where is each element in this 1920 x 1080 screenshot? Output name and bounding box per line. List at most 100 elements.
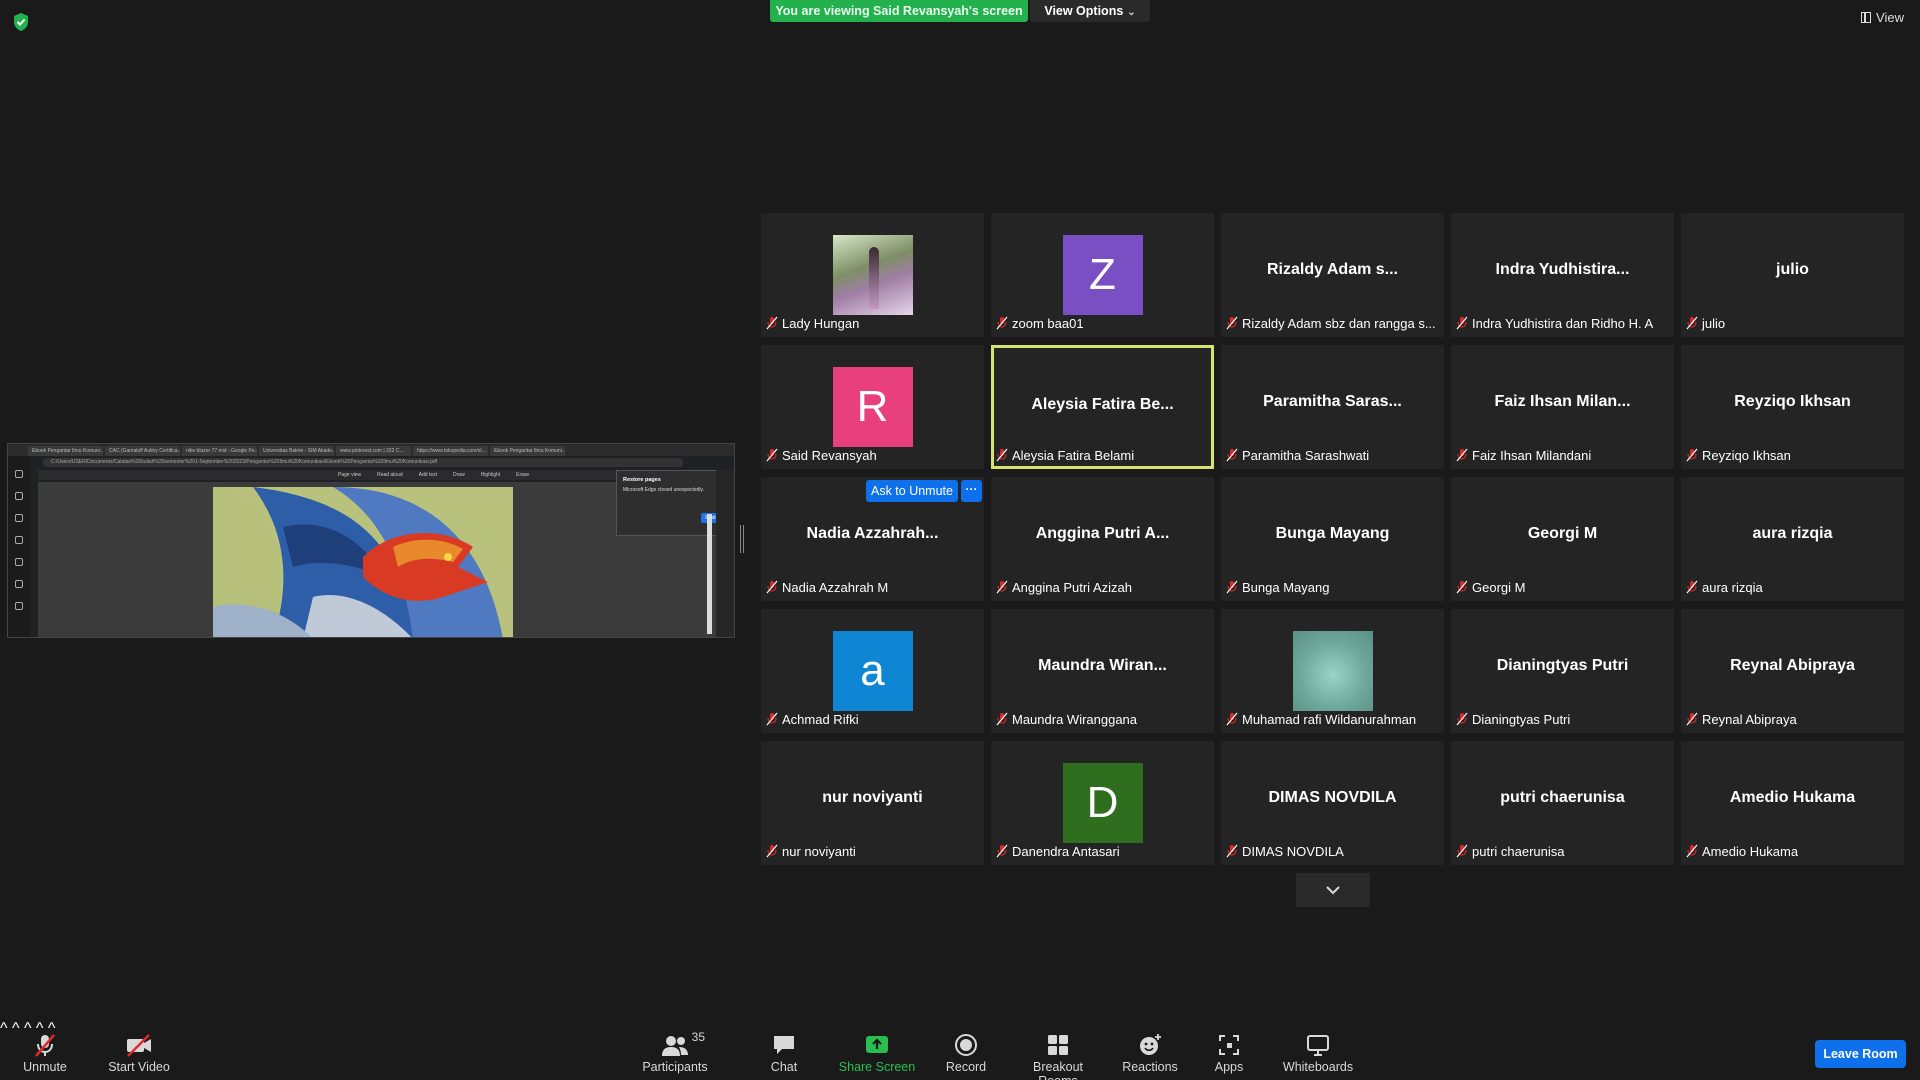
participant-tile[interactable]: DIMAS NOVDILA DIMAS NOVDILA [1221,741,1444,865]
participant-tile[interactable]: Rizaldy Adam s... Rizaldy Adam sbz dan ra… [1221,213,1444,337]
participants-button[interactable]: 35 Participants [637,1030,713,1074]
participant-name-label: Aleysia Fatira Belami [996,447,1134,463]
participant-name: Aleysia Fatira Belami [1012,447,1135,463]
browser-right-sidebar [716,470,734,637]
participant-tile[interactable]: Georgi M Georgi M [1451,477,1674,601]
participant-name: Lady Hungan [782,315,860,331]
reactions-icon [1140,1034,1161,1055]
participant-tile[interactable]: Muhamad rafi Wildanurahman [1221,609,1444,733]
participant-name: DIMAS NOVDILA [1242,843,1344,859]
pdf-page-image [213,487,513,637]
reactions-button[interactable]: Reactions [1122,1032,1178,1074]
shared-screen[interactable]: Ebook Pengantar Ilmu Komuni... CAC (Gama… [7,443,735,638]
pdf-toolbar-item: Add text [418,472,438,478]
avatar: R [832,367,913,447]
mic-off-icon [1686,844,1698,858]
mic-off-icon [1226,316,1238,330]
record-button[interactable]: Record [942,1032,990,1074]
reactions-label: Reactions [1122,1060,1178,1074]
participant-tile[interactable]: Zzoom baa01 [991,213,1214,337]
apps-button[interactable]: Apps [1210,1032,1248,1074]
view-icon [1861,12,1872,23]
participant-tile[interactable]: aura rizqia aura rizqia [1681,477,1904,601]
shield-icon[interactable] [12,12,30,32]
participant-name-label: Faiz Ihsan Milandani [1456,447,1591,463]
participant-name-label: zoom baa01 [996,315,1084,331]
split-resize-handle[interactable] [740,525,744,553]
participant-name-label: Bunga Mayang [1226,579,1329,595]
participant-tile[interactable]: Lady Hungan [761,213,984,337]
participant-tile[interactable]: a Achmad Rifki [761,609,984,733]
leave-room-button[interactable]: Leave Room [1815,1040,1906,1068]
more-options-button[interactable]: ··· [961,480,982,502]
gallery-next-page-button[interactable] [1296,873,1370,907]
participant-name: Reyziqo Ikhsan [1702,447,1791,463]
participant-display-name: Bunga Mayang [1275,525,1390,542]
participant-name-label: Lady Hungan [766,315,859,331]
pdf-toolbar-item: Erase [516,472,530,478]
participant-name: Georgi M [1472,579,1526,595]
share-screen-button[interactable]: Share Screen [838,1032,916,1074]
participant-name-label: Maundra Wiranggana [996,711,1137,727]
mic-off-icon [1686,448,1698,462]
mic-off-icon [1456,844,1468,858]
participant-tile[interactable]: R Said Revansyah [761,345,984,469]
participant-name-label: putri chaerunisa [1456,843,1565,859]
start-video-button[interactable]: Start Video [104,1032,174,1074]
participant-tile[interactable]: Maundra Wiran... Maundra Wiranggana [991,609,1214,733]
participant-tile[interactable]: Indra Yudhistira... Indra Yudhistira dan … [1451,213,1674,337]
participant-name: Reynal Abipraya [1702,711,1797,727]
view-button[interactable]: View [1861,10,1904,25]
mic-off-icon [766,448,778,462]
participant-name-label: Indra Yudhistira dan Ridho H. A [1456,315,1653,331]
record-label: Record [945,1060,987,1074]
share-screen-label: Share Screen [838,1060,916,1074]
unmute-button[interactable]: Unmute [14,1032,76,1074]
participant-tile[interactable]: Faiz Ihsan Milan... Faiz Ihsan Milandani [1451,345,1674,469]
view-label: View [1876,10,1904,25]
mic-off-icon [996,712,1008,726]
participant-display-name: Aleysia Fatira Be... [1031,396,1174,413]
mic-off-icon [766,712,778,726]
participant-tile[interactable]: Bunga Mayang Bunga Mayang [1221,477,1444,601]
apps-icon [1219,1035,1239,1055]
participant-tile[interactable]: Amedio Hukama Amedio Hukama [1681,741,1904,865]
participant-display-name: putri chaerunisa [1500,789,1625,806]
participants-count: 35 [691,1030,705,1044]
chat-button[interactable]: Chat [764,1032,804,1074]
participant-name-label: aura rizqia [1686,579,1763,595]
whiteboards-icon [1307,1035,1329,1056]
chevron-down-icon: ⌄ [1127,7,1136,18]
participant-display-name: Rizaldy Adam s... [1267,261,1398,278]
participant-tile[interactable]: D Danendra Antasari [991,741,1214,865]
mic-off-icon [1456,712,1468,726]
browser-tab: Ebook Pengantar Ilmu Komuni... [28,446,103,456]
participant-name-label: Anggina Putri Azizah [996,579,1132,595]
mic-off-icon [1226,580,1238,594]
avatar: D [1062,763,1143,843]
participant-display-name: Maundra Wiran... [1038,657,1167,674]
participant-name-label: Georgi M [1456,579,1525,595]
participant-tile[interactable]: nur noviyanti nur noviyanti [761,741,984,865]
participant-tile[interactable]: Aleysia Fatira Be... Aleysia Fatira Belam… [991,345,1214,469]
pdf-toolbar-item: Draw [453,472,465,478]
audio-options-caret[interactable]: ^ [0,1020,8,1037]
avatar: Z [1062,235,1143,315]
participant-tile[interactable]: putri chaerunisa putri chaerunisa [1451,741,1674,865]
participant-tile[interactable]: Dianingtyas Putri Dianingtyas Putri [1451,609,1674,733]
ask-to-unmute-button[interactable]: Ask to Unmute [866,480,958,502]
participant-tile[interactable]: Paramitha Saras... Paramitha Sarashwati [1221,345,1444,469]
breakout-rooms-button[interactable]: Breakout Rooms [1012,1032,1104,1080]
view-options-button[interactable]: View Options ⌄ [1030,0,1150,22]
participant-display-name: Faiz Ihsan Milan... [1494,393,1631,410]
participant-name: Achmad Rifki [782,711,859,727]
browser-sidebar [8,456,30,637]
participant-tile[interactable]: Anggina Putri A... Anggina Putri Azizah [991,477,1214,601]
participant-display-name: julio [1776,261,1809,278]
whiteboards-button[interactable]: Whiteboards [1280,1032,1356,1074]
mic-off-icon [1686,712,1698,726]
participant-tile[interactable]: Reynal Abipraya Reynal Abipraya [1681,609,1904,733]
participant-tile[interactable]: julio julio [1681,213,1904,337]
pdf-scrollbar [707,514,712,634]
participant-tile[interactable]: Reyziqo Ikhsan Reyziqo Ikhsan [1681,345,1904,469]
